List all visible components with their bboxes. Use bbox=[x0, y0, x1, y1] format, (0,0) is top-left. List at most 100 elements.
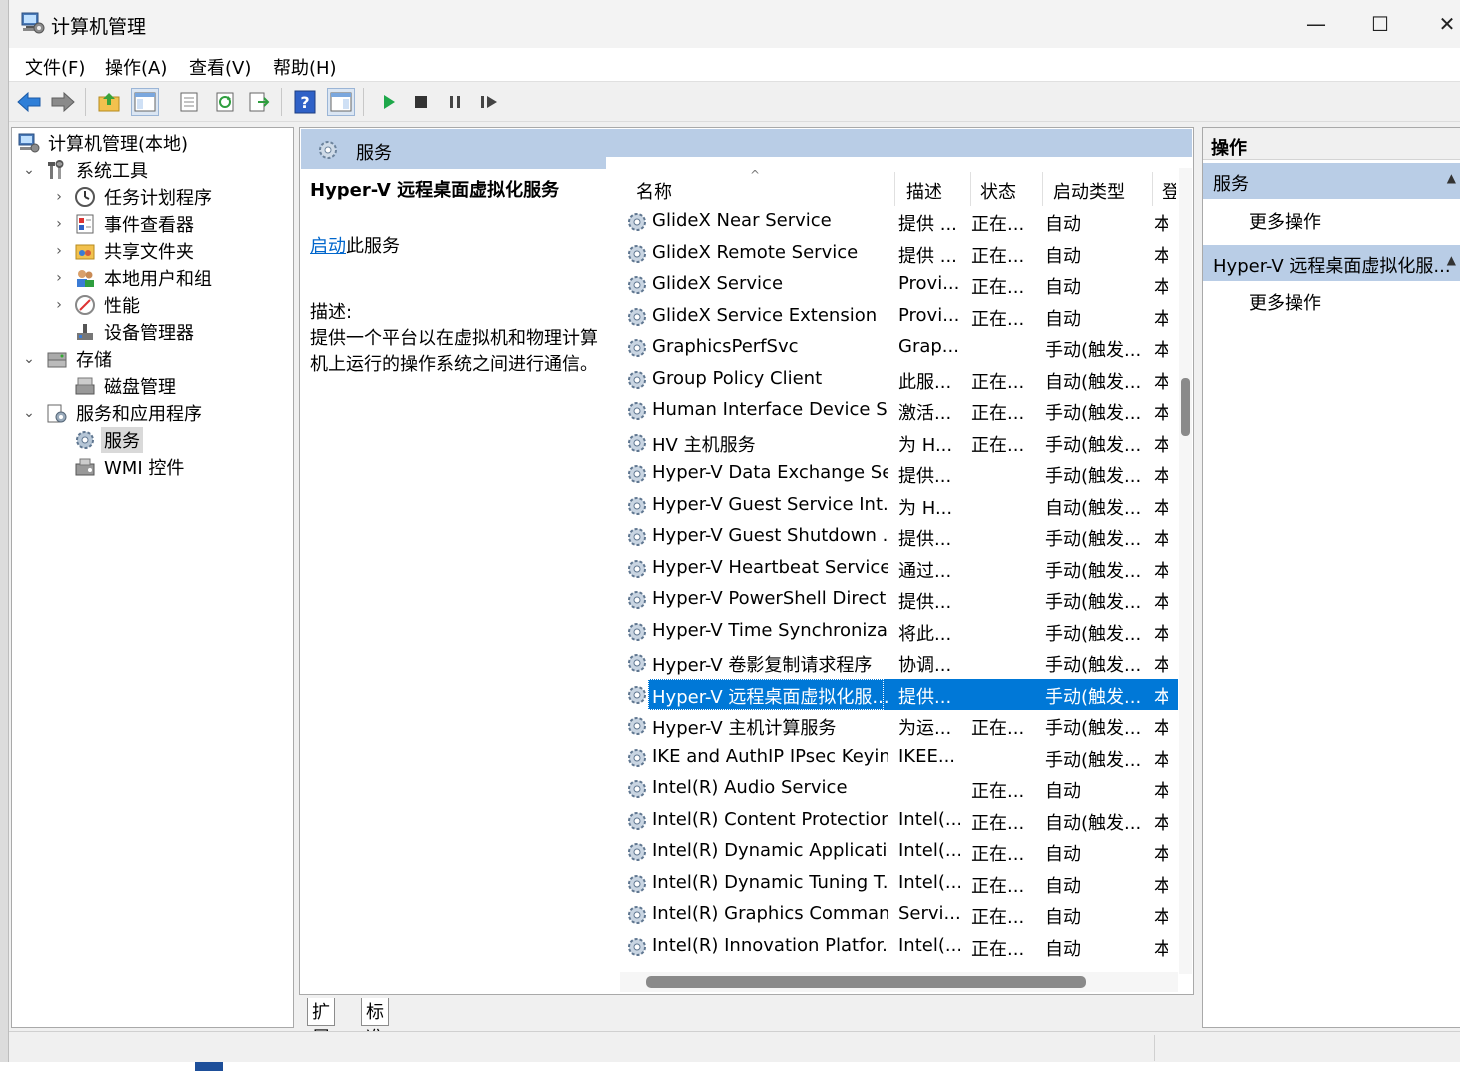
forward-icon[interactable] bbox=[49, 88, 77, 116]
cell-description: Intel(... bbox=[898, 808, 960, 830]
table-row[interactable]: Hyper-V Guest Shutdown ... 提供... 手动(触发... 本 bbox=[620, 521, 1178, 552]
table-row[interactable]: Hyper-V 卷影复制请求程序 协调... 手动(触发... 本 bbox=[620, 647, 1178, 678]
table-row[interactable]: GlideX Service Provi... 正在... 自动 本 bbox=[620, 269, 1178, 300]
horizontal-scrollbar[interactable] bbox=[620, 972, 1178, 992]
vertical-scrollbar[interactable] bbox=[1179, 168, 1192, 974]
show-hide-action-icon[interactable] bbox=[327, 88, 355, 116]
table-row[interactable]: Hyper-V Heartbeat Service 通过... 手动(触发... 本 bbox=[620, 553, 1178, 584]
chevron-down-icon[interactable]: ⌄ bbox=[22, 351, 36, 367]
chevron-right-icon[interactable]: › bbox=[52, 216, 66, 232]
cell-name: Hyper-V Data Exchange Se... bbox=[652, 462, 888, 483]
table-row[interactable]: Hyper-V 主机计算服务 为运... 正在... 手动(触发... 本 bbox=[620, 710, 1178, 741]
maximize-button[interactable]: ☐ bbox=[1345, 0, 1415, 48]
cell-status: 正在... bbox=[971, 844, 1025, 865]
minimize-button[interactable]: — bbox=[1281, 0, 1351, 48]
table-row[interactable]: Intel(R) Graphics Comman... Servi... 正在...… bbox=[620, 899, 1178, 930]
refresh-icon[interactable] bbox=[211, 88, 239, 116]
table-row[interactable]: Group Policy Client 此服... 正在... 自动(触发... 本 bbox=[620, 364, 1178, 395]
cell-name: Hyper-V PowerShell Direct... bbox=[652, 588, 888, 609]
cell-status: 正在... bbox=[971, 308, 1025, 330]
table-row[interactable]: Intel(R) Content Protection... Intel(... 正… bbox=[620, 805, 1178, 836]
cell-logon: 本 bbox=[1154, 466, 1168, 487]
tab-extended[interactable]: 扩展 bbox=[307, 998, 335, 1049]
cell-name: GlideX Service bbox=[652, 273, 784, 294]
cell-description: 协调... bbox=[898, 655, 952, 676]
collapse-icon[interactable]: ▲ bbox=[1447, 171, 1456, 185]
chevron-right-icon[interactable]: › bbox=[52, 243, 66, 259]
up-folder-icon[interactable] bbox=[95, 88, 123, 116]
cell-description: 将此... bbox=[898, 623, 952, 645]
actions-section-services[interactable]: 服务 ▲ bbox=[1203, 163, 1460, 199]
column-header-name[interactable]: 名称 bbox=[636, 178, 672, 204]
cell-description: Intel(... bbox=[898, 840, 960, 861]
performance-icon bbox=[75, 295, 95, 315]
back-icon[interactable] bbox=[15, 88, 43, 116]
cell-logon: 本 bbox=[1154, 718, 1168, 739]
menu-view[interactable]: 查看(V) bbox=[189, 54, 251, 80]
table-row[interactable]: GlideX Remote Service 提供 ... 正在... 自动 本 bbox=[620, 238, 1178, 269]
cell-name: HV 主机服务 bbox=[652, 434, 756, 456]
table-row[interactable]: Hyper-V Time Synchroniza... 将此... 手动(触发...… bbox=[620, 616, 1178, 647]
service-gear-icon bbox=[626, 274, 648, 296]
cell-description: Intel(... bbox=[898, 934, 960, 956]
close-button[interactable]: ✕ bbox=[1412, 0, 1460, 48]
start-service-link[interactable]: 启动 bbox=[310, 236, 346, 257]
title-bar[interactable]: 计算机管理 — ☐ ✕ bbox=[9, 0, 1460, 48]
chevron-right-icon[interactable]: › bbox=[52, 270, 66, 286]
cell-status: 正在... bbox=[971, 781, 1025, 802]
column-header-status[interactable]: 状态 bbox=[980, 178, 1016, 204]
help-icon[interactable]: ? bbox=[291, 88, 319, 116]
table-row[interactable]: IKE and AuthIP IPsec Keyin... IKEE... 手动(触… bbox=[620, 742, 1178, 773]
table-row[interactable]: GlideX Service Extension Provi... 正在... 自动 本 bbox=[620, 301, 1178, 332]
table-row[interactable]: Intel(R) Dynamic Applicati... Intel(... 正在… bbox=[620, 836, 1178, 867]
table-row[interactable]: Hyper-V Data Exchange Se... 提供... 手动(触发...… bbox=[620, 458, 1178, 489]
table-row[interactable]: Hyper-V 远程桌面虚拟化服... 提供... 手动(触发... 本 bbox=[620, 678, 1178, 710]
cell-description: Grap... bbox=[898, 336, 959, 357]
menu-file[interactable]: 文件(F) bbox=[25, 54, 85, 80]
table-row[interactable]: Hyper-V Guest Service Int... 为 H... 自动(触发.… bbox=[620, 490, 1178, 521]
table-row[interactable]: GraphicsPerfSvc Grap... 手动(触发... 本 bbox=[620, 332, 1178, 363]
tree-label: 磁盘管理 bbox=[104, 377, 176, 398]
window-title: 计算机管理 bbox=[51, 16, 147, 38]
cell-startup-type: 手动(触发... bbox=[1045, 718, 1142, 739]
more-actions-link[interactable]: 更多操作 bbox=[1249, 208, 1321, 234]
disk-icon bbox=[75, 377, 95, 395]
table-row[interactable]: Intel(R) Audio Service 正在... 自动 本 bbox=[620, 773, 1178, 804]
chevron-down-icon[interactable]: ⌄ bbox=[22, 405, 36, 421]
export-icon[interactable] bbox=[245, 88, 273, 116]
menu-help[interactable]: 帮助(H) bbox=[273, 54, 337, 80]
column-header-startup-type[interactable]: 启动类型 bbox=[1053, 178, 1125, 204]
pause-icon[interactable] bbox=[441, 88, 469, 116]
chevron-right-icon[interactable]: › bbox=[52, 189, 66, 205]
column-header-logon[interactable]: 登 bbox=[1162, 178, 1176, 204]
service-gear-icon bbox=[626, 841, 648, 863]
scrollbar-thumb[interactable] bbox=[646, 976, 1086, 988]
cell-logon: 本 bbox=[1154, 560, 1168, 582]
tab-standard[interactable]: 标准 bbox=[361, 998, 389, 1049]
service-gear-icon bbox=[626, 432, 648, 454]
cell-status: 正在... bbox=[971, 403, 1025, 424]
properties-icon[interactable] bbox=[175, 88, 203, 116]
resume-icon[interactable] bbox=[475, 88, 503, 116]
column-header-description[interactable]: 描述 bbox=[906, 178, 942, 204]
collapse-icon[interactable]: ▲ bbox=[1447, 253, 1456, 267]
service-gear-icon bbox=[626, 873, 648, 895]
table-row[interactable]: GlideX Near Service 提供 ... 正在... 自动 本 bbox=[620, 206, 1178, 237]
start-icon[interactable] bbox=[375, 88, 403, 116]
table-row[interactable]: Human Interface Device S... 激活... 正在... 手动(… bbox=[620, 395, 1178, 426]
show-hide-tree-icon[interactable] bbox=[131, 88, 159, 116]
table-row[interactable]: HV 主机服务 为 H... 正在... 手动(触发... 本 bbox=[620, 427, 1178, 458]
table-row[interactable]: Intel(R) Dynamic Tuning T... Intel(... 正在.… bbox=[620, 868, 1178, 899]
stop-icon[interactable] bbox=[407, 88, 435, 116]
actions-section-selected-service[interactable]: Hyper-V 远程桌面虚拟化服... ▲ bbox=[1203, 245, 1460, 281]
scrollbar-thumb[interactable] bbox=[1181, 378, 1190, 436]
cell-description: 通过... bbox=[898, 560, 952, 582]
service-description-pane: Hyper-V 远程桌面虚拟化服务 启动此服务 描述: 提供一个平台以在虚拟机和… bbox=[310, 178, 605, 378]
table-row[interactable]: Hyper-V PowerShell Direct... 提供... 手动(触发..… bbox=[620, 584, 1178, 615]
chevron-down-icon[interactable]: ⌄ bbox=[22, 162, 36, 178]
menu-action[interactable]: 操作(A) bbox=[105, 54, 167, 80]
chevron-right-icon[interactable]: › bbox=[52, 297, 66, 313]
more-actions-link[interactable]: 更多操作 bbox=[1249, 289, 1321, 315]
table-row[interactable]: Intel(R) Innovation Platfor... Intel(... 正… bbox=[620, 931, 1178, 962]
cell-name: GraphicsPerfSvc bbox=[652, 336, 799, 357]
